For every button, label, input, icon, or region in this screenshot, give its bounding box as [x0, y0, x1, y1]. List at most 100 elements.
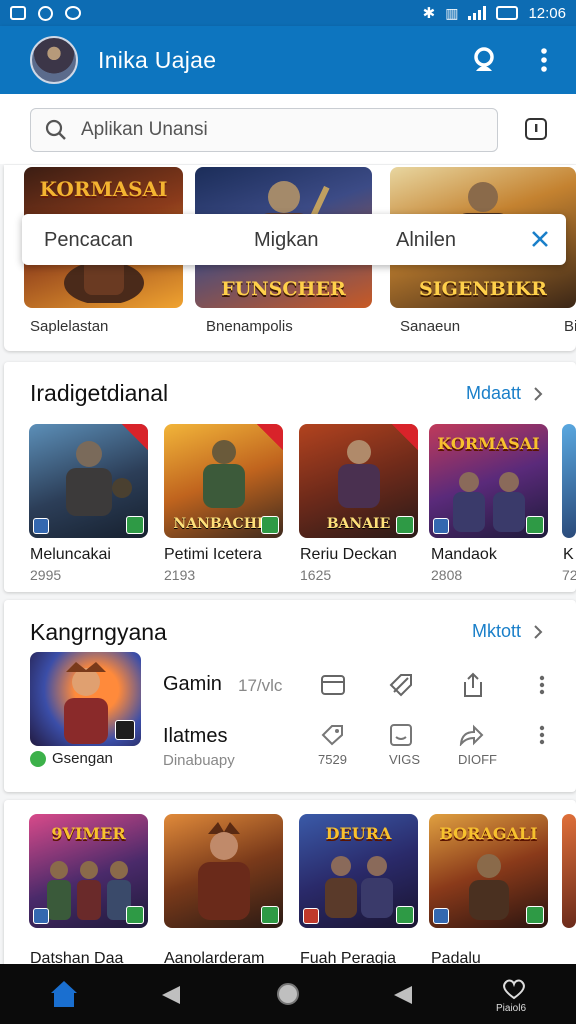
- tab-migkan[interactable]: Migkan: [254, 229, 318, 252]
- tab-alnilen[interactable]: Alnilen: [396, 229, 456, 252]
- clock-text: 12:06: [528, 4, 566, 22]
- circle-icon: [277, 983, 299, 1005]
- tile-count: 2995: [30, 567, 62, 583]
- share-button[interactable]: [458, 670, 488, 700]
- forward-icon: [459, 724, 484, 746]
- filter-button[interactable]: [524, 117, 548, 146]
- game-tile[interactable]: BORAGALI: [429, 814, 548, 928]
- screen: { "status_bar": { "time": "12:06" }, "ap…: [0, 0, 576, 1024]
- search-input[interactable]: Aplikan Unansi: [30, 108, 498, 152]
- forward-stat: [456, 720, 486, 750]
- platform-icon: [303, 908, 319, 924]
- app-subtitle: Ilatmes: [163, 725, 228, 747]
- app-meta: 17/vlc: [238, 676, 283, 695]
- rating-badge-icon: [526, 906, 544, 924]
- warrior-art: [468, 854, 509, 920]
- warrior-art: [324, 856, 393, 918]
- rating-badge-icon: [126, 516, 144, 534]
- rating-badge-icon: [261, 516, 279, 534]
- search-area: Aplikan Unansi: [0, 94, 576, 164]
- warrior-art: [337, 440, 380, 508]
- tag-icon: [321, 725, 343, 746]
- search-button[interactable]: [470, 44, 502, 76]
- see-more-link[interactable]: Mktott: [472, 621, 543, 642]
- see-more-label: Mktott: [472, 621, 522, 641]
- profile-nav-button[interactable]: [500, 978, 528, 1005]
- overflow-menu-button[interactable]: [528, 44, 560, 76]
- tab-pencacan[interactable]: Pencacan: [44, 229, 133, 252]
- rating-badge-icon: [526, 516, 544, 534]
- see-more-link[interactable]: Mdaatt: [466, 383, 543, 404]
- search-icon: [45, 119, 66, 140]
- category-tabs-popup: Pencacan Migkan Alnilen: [22, 214, 566, 265]
- more-vert-icon: [541, 48, 547, 72]
- vibrate-icon: ▥: [445, 4, 459, 21]
- recents-button[interactable]: [392, 984, 414, 1011]
- wallet-icon: [321, 675, 345, 695]
- more-options-button[interactable]: [527, 720, 557, 750]
- tile-count: 2193: [164, 567, 196, 583]
- gallery-icon: [10, 6, 26, 20]
- tile-count: 72: [562, 567, 576, 583]
- crossed-swords-icon: [115, 720, 135, 740]
- game-tile[interactable]: 9VIMER: [29, 814, 148, 928]
- rating-badge-icon: [396, 906, 414, 924]
- home-circle-button[interactable]: [276, 982, 300, 1011]
- see-more-label: Mdaatt: [466, 383, 522, 403]
- tile-name: Reriu Deckan: [300, 546, 397, 563]
- tile-name: Petimi Icetera: [164, 546, 262, 563]
- search-placeholder: Aplikan Unansi: [81, 119, 208, 140]
- warrior-art: [197, 822, 250, 920]
- rating-badge-icon: [396, 516, 414, 534]
- platform-icon: [433, 908, 449, 924]
- avatar[interactable]: [30, 36, 78, 84]
- close-icon[interactable]: [530, 229, 550, 249]
- more-options-button[interactable]: [527, 670, 557, 700]
- game-tile[interactable]: [562, 424, 576, 538]
- stat-value: DIOFF: [458, 752, 497, 767]
- tile-name: Mandaok: [431, 546, 497, 563]
- tag-icon: [389, 674, 412, 697]
- featured-banner: SIGENBIKR: [419, 278, 547, 300]
- wallet-button[interactable]: [318, 670, 348, 700]
- settings-icon: [65, 6, 81, 20]
- info-box-icon: [525, 118, 547, 140]
- triangle-left-icon: [394, 986, 412, 1004]
- warrior-art: [452, 472, 525, 532]
- developer-name: Gsengan: [52, 750, 113, 767]
- bluetooth-icon: ✱: [422, 5, 436, 22]
- heart-people-icon: [503, 979, 525, 1000]
- tag-stat: [318, 720, 348, 750]
- app-icon[interactable]: [30, 652, 141, 746]
- platform-icon: [433, 518, 449, 534]
- featured-caption: Bi: [564, 318, 576, 335]
- rating-badge-icon: [261, 906, 279, 924]
- game-tile[interactable]: [29, 424, 148, 538]
- app-publisher: Dinabuapy: [163, 752, 235, 769]
- home-button[interactable]: [48, 978, 80, 1015]
- game-tile[interactable]: [562, 814, 576, 928]
- featured-caption: Saplelastan: [30, 318, 109, 335]
- share-icon: [464, 672, 482, 697]
- tag-button[interactable]: [386, 670, 416, 700]
- game-tile[interactable]: BANAIE: [299, 424, 418, 538]
- tile-banner: 9VIMER: [51, 824, 126, 843]
- app-title: Gamin: [163, 673, 222, 695]
- game-tile[interactable]: NANBACHIS: [164, 424, 283, 538]
- tile-banner: BORAGALI: [439, 824, 538, 843]
- game-tile[interactable]: [164, 814, 283, 928]
- chevron-right-icon: [534, 386, 543, 401]
- warrior-art: [46, 861, 131, 920]
- warrior-art: [65, 441, 132, 516]
- tile-name: K: [563, 546, 574, 563]
- tile-name: Meluncakai: [30, 546, 111, 563]
- game-tile[interactable]: KORMASAI: [429, 424, 548, 538]
- back-button[interactable]: [160, 984, 182, 1011]
- nav-label: Piaiol6: [496, 1003, 527, 1014]
- stat-value: 7529: [318, 752, 347, 767]
- app-title: Inika Uajae: [98, 46, 217, 73]
- more-vert-icon: [539, 675, 545, 695]
- game-tile[interactable]: DEURA: [299, 814, 418, 928]
- featured-banner: FUNSCHER: [221, 278, 346, 300]
- tile-count: 1625: [300, 567, 332, 583]
